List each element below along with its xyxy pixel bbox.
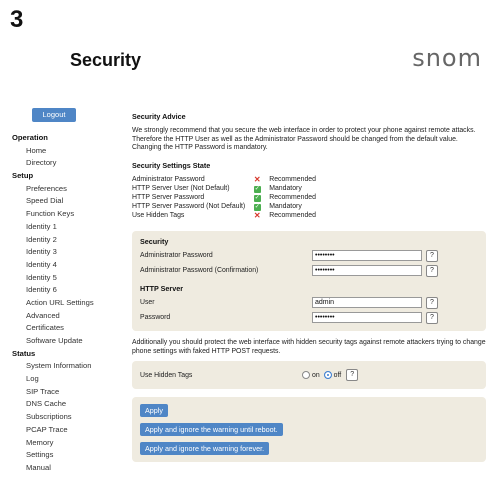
brand-logo: snom xyxy=(412,44,482,72)
cross-icon: ✕ xyxy=(253,210,261,220)
state-name: HTTP Server Password xyxy=(132,194,205,202)
state-row: HTTP Server User (Not Default) ✓ Mandatory xyxy=(132,185,332,194)
admin-password-confirm-row: Administrator Password (Confirmation) ••… xyxy=(140,263,478,278)
state-level: Recommended xyxy=(269,212,316,220)
state-level: Recommended xyxy=(269,176,316,183)
state-row: Use Hidden Tags ✕ Recommended xyxy=(132,210,332,222)
advice-title: Security Advice xyxy=(132,112,186,121)
security-panel-title: Security xyxy=(140,237,169,247)
help-button[interactable]: ? xyxy=(346,369,359,382)
step-number: 3 xyxy=(10,6,24,33)
nav-section-operation: Operation xyxy=(12,133,48,142)
password-label: Password xyxy=(140,314,171,322)
state-name: HTTP Server Password (Not Default) xyxy=(132,202,246,210)
password-row: Password •••••••• ? xyxy=(140,310,478,325)
hidden-tags-text: Additionally you should protect the web … xyxy=(132,339,486,355)
hidden-tags-row: Use Hidden Tags on off ? xyxy=(140,369,478,382)
sidebar-item-pcap-trace[interactable]: PCAP Trace xyxy=(12,424,128,437)
radio-off[interactable] xyxy=(323,371,332,380)
state-name: Use Hidden Tags xyxy=(132,212,185,220)
help-button[interactable]: ? xyxy=(426,249,438,262)
apply-forever-button[interactable]: Apply and ignore the warning forever. xyxy=(140,442,270,456)
sidebar-item-settings[interactable]: Settings xyxy=(12,449,128,462)
sidebar-item-speed-dial[interactable]: Speed Dial xyxy=(12,195,128,208)
admin-password-label: Administrator Password xyxy=(140,252,213,260)
nav-section-status: Status xyxy=(12,348,36,358)
state-name: HTTP Server User (Not Default) xyxy=(132,185,230,193)
sidebar-item-memory[interactable]: Memory xyxy=(12,437,128,450)
user-row: User admin ? xyxy=(140,295,478,310)
state-title: Security Settings State xyxy=(132,160,211,170)
sidebar-item-sip-trace[interactable]: SIP Trace xyxy=(12,386,128,399)
sidebar-item-home[interactable]: Home xyxy=(12,145,128,158)
sidebar-item-advanced[interactable]: Advanced xyxy=(12,310,128,323)
sidebar-item-action-url-settings[interactable]: Action URL Settings xyxy=(12,297,128,310)
sidebar-item-manual[interactable]: Manual xyxy=(12,462,128,475)
apply-until-reboot-button[interactable]: Apply and ignore the warning until reboo… xyxy=(140,423,283,437)
radio-off-label: off xyxy=(333,371,342,379)
nav-section-setup: Setup xyxy=(12,171,34,181)
sidebar-item-identity-3[interactable]: Identity 3 xyxy=(12,246,128,259)
page-title: Security xyxy=(70,50,142,70)
state-level: Recommended xyxy=(269,194,316,202)
state-level: Mandatory xyxy=(269,185,302,193)
sidebar-item-certificates[interactable]: Certificates xyxy=(12,322,128,335)
password-input[interactable]: •••••••• xyxy=(312,312,422,324)
nav-list: Operation Home Directory Setup Preferences Sp… xyxy=(12,132,128,475)
check-icon: ✓ xyxy=(253,186,261,194)
user-input[interactable]: admin xyxy=(312,297,422,309)
state-table: Administrator Password ✕ Recommended HTTP S… xyxy=(132,174,332,222)
hidden-tags-label: Use Hidden Tags xyxy=(140,371,193,379)
sidebar-item-identity-5[interactable]: Identity 5 xyxy=(12,272,128,285)
security-panel: Security Administrator Password ••••••••… xyxy=(132,231,486,332)
state-row: HTTP Server Password ✓ Recommended xyxy=(132,194,332,203)
cross-icon: ✕ xyxy=(253,174,261,184)
sidebar-item-identity-2[interactable]: Identity 2 xyxy=(12,234,128,247)
radio-on-label: on xyxy=(312,371,320,379)
sidebar-item-identity-4[interactable]: Identity 4 xyxy=(12,259,128,272)
state-level: Mandatory xyxy=(269,202,302,210)
check-icon: ✓ xyxy=(253,195,261,203)
actions-panel: Apply Apply and ignore the warning until… xyxy=(132,397,486,463)
state-row: Administrator Password ✕ Recommended xyxy=(132,174,332,186)
help-button[interactable]: ? xyxy=(426,296,438,309)
help-button[interactable]: ? xyxy=(426,311,438,324)
state-row: HTTP Server Password (Not Default) ✓ Manda… xyxy=(132,203,332,212)
sidebar: Logout Operation Home Directory Setup Prefer… xyxy=(12,108,128,482)
advice-text: We strongly recommend that you secure th… xyxy=(132,127,476,151)
http-server-title: HTTP Server xyxy=(140,284,184,294)
sidebar-item-dns-cache[interactable]: DNS Cache xyxy=(12,398,128,411)
sidebar-item-subscriptions[interactable]: Subscriptions xyxy=(12,411,128,424)
sidebar-item-system-information[interactable]: System Information xyxy=(12,360,128,373)
admin-password-row: Administrator Password •••••••• ? xyxy=(140,248,478,263)
logout-button[interactable]: Logout xyxy=(32,108,76,122)
admin-password-confirm-input[interactable]: •••••••• xyxy=(312,265,422,277)
apply-button[interactable]: Apply xyxy=(140,404,168,418)
admin-password-confirm-label: Administrator Password (Confirmation) xyxy=(140,267,259,275)
sidebar-item-preferences[interactable]: Preferences xyxy=(12,183,128,196)
main-content: Security Advice We strongly recommend th… xyxy=(132,112,486,468)
sidebar-item-identity-6[interactable]: Identity 6 xyxy=(12,284,128,297)
sidebar-item-identity-1[interactable]: Identity 1 xyxy=(12,221,128,234)
radio-on[interactable] xyxy=(302,371,310,380)
sidebar-item-directory[interactable]: Directory xyxy=(12,157,128,170)
state-name: Administrator Password xyxy=(132,176,205,183)
sidebar-item-log[interactable]: Log xyxy=(12,373,128,386)
sidebar-item-function-keys[interactable]: Function Keys xyxy=(12,208,128,221)
help-button[interactable]: ? xyxy=(426,264,438,277)
admin-password-input[interactable]: •••••••• xyxy=(312,250,422,262)
hidden-tags-panel: Use Hidden Tags on off ? xyxy=(132,361,486,390)
sidebar-item-software-update[interactable]: Software Update xyxy=(12,335,128,348)
user-label: User xyxy=(140,299,155,307)
